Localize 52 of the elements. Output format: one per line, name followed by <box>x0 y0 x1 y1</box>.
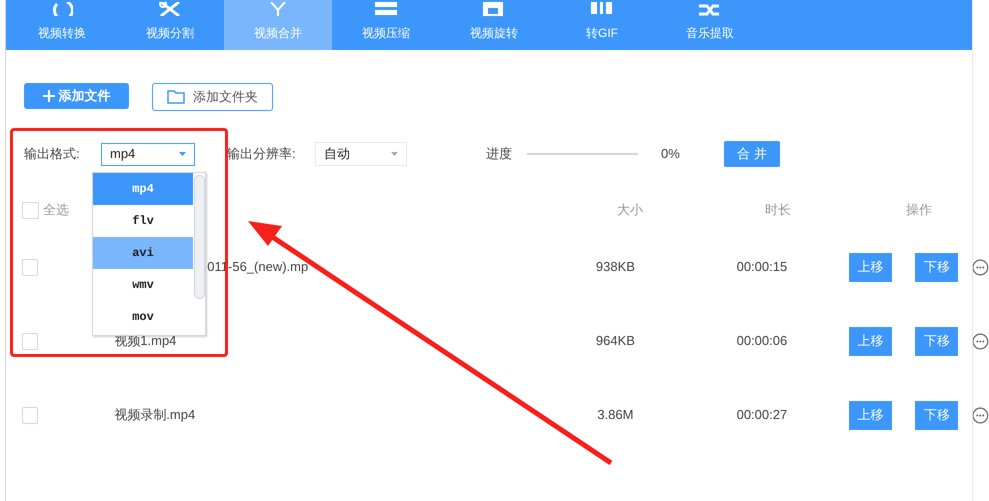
file-size: 3.86M <box>596 406 634 424</box>
resolution-label: 输出分辨率: <box>227 145 297 164</box>
toolbar-tab[interactable]: 视频转换 <box>8 0 116 50</box>
file-size: 964KB <box>594 332 636 350</box>
more-icon[interactable] <box>972 258 989 276</box>
select-all-label: 全选 <box>43 201 69 220</box>
progress-value: 0% <box>661 145 681 164</box>
checkbox[interactable] <box>22 202 39 218</box>
more-icon[interactable] <box>972 332 989 350</box>
format-label: 输出格式: <box>24 145 81 164</box>
tab-icon <box>159 2 181 16</box>
more-icon[interactable] <box>972 406 989 424</box>
caret-icon <box>179 152 186 156</box>
tab-icon <box>699 2 721 16</box>
column-header: 时长 <box>764 201 792 220</box>
duration: 00:00:27 <box>736 406 788 424</box>
move-up-button[interactable]: 上移 <box>849 326 892 356</box>
toolbar-tab[interactable]: 视频旋转 <box>440 0 548 50</box>
format-select[interactable]: mp4 <box>101 142 195 166</box>
plus-icon <box>42 90 54 102</box>
resolution-select[interactable]: 自动 <box>315 142 407 166</box>
tab-icon <box>375 2 397 16</box>
folder-icon <box>167 90 185 104</box>
toolbar-tab[interactable]: 视频压缩 <box>332 0 440 50</box>
scrollbar[interactable] <box>194 175 205 299</box>
duration: 00:00:06 <box>736 332 788 350</box>
move-down-button[interactable]: 下移 <box>915 400 958 430</box>
add-folder-button[interactable]: 添加文件夹 <box>152 83 273 111</box>
toolbar-tab[interactable]: 音乐提取 <box>656 0 764 50</box>
add-file-button[interactable]: 添加文件 <box>24 83 129 109</box>
dropdown-option[interactable]: avi <box>93 237 193 269</box>
column-header: 大小 <box>616 201 644 220</box>
move-down-button[interactable]: 下移 <box>915 326 958 356</box>
checkbox[interactable] <box>22 406 38 424</box>
move-up-button[interactable]: 上移 <box>849 400 892 430</box>
tab-icon <box>591 2 613 16</box>
caret-icon <box>391 152 398 156</box>
merge-button[interactable]: 合 并 <box>724 141 780 167</box>
checkbox[interactable] <box>22 258 38 276</box>
column-header: 操作 <box>905 201 933 220</box>
move-up-button[interactable]: 上移 <box>849 252 892 282</box>
toolbar-tab[interactable]: 视频分割 <box>116 0 224 50</box>
checkbox[interactable] <box>22 332 38 350</box>
toolbar-tab[interactable]: 视频合并 <box>224 0 332 50</box>
move-down-button[interactable]: 下移 <box>915 252 958 282</box>
tab-icon <box>51 2 73 16</box>
duration: 00:00:15 <box>736 258 788 276</box>
dropdown-option[interactable]: mp4 <box>93 173 193 205</box>
file-name: 视频录制.mp4 <box>114 407 196 422</box>
toolbar-tab[interactable]: 转GIF <box>548 0 656 50</box>
file-size: 938KB <box>594 258 636 276</box>
progress-label: 进度 <box>486 145 513 164</box>
